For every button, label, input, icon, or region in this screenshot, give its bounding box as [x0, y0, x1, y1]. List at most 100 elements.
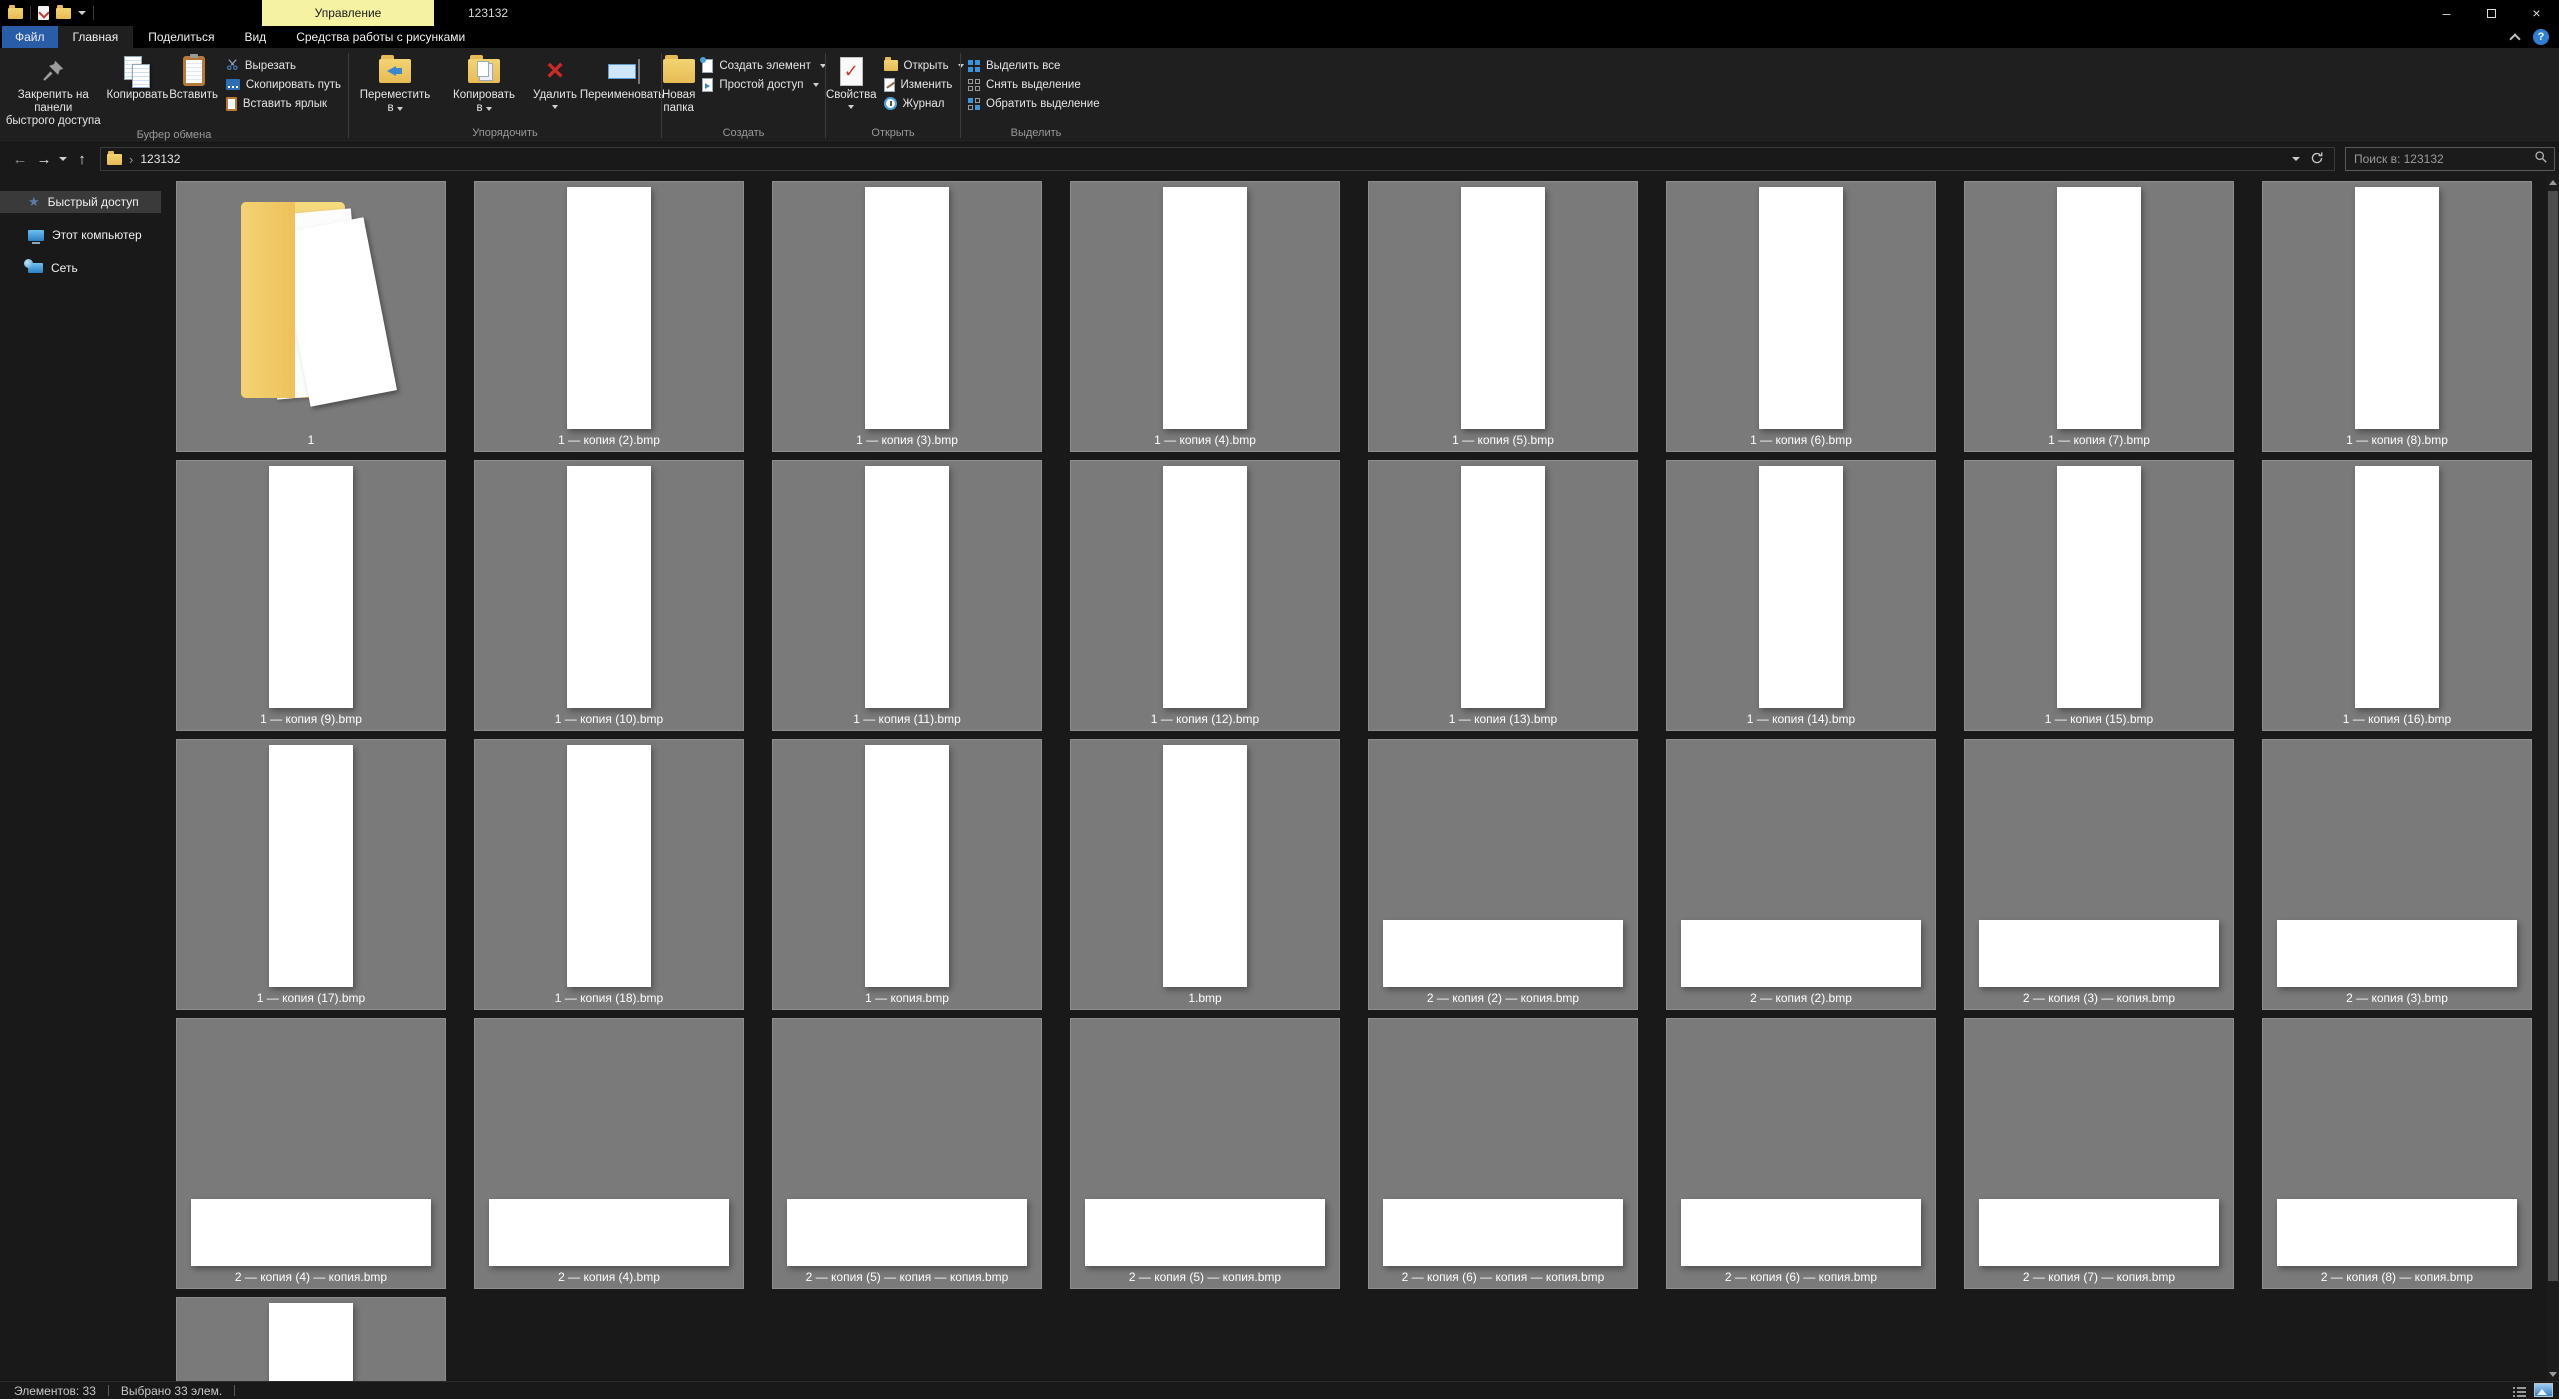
open-button[interactable]: Открыть [877, 56, 971, 75]
file-tile[interactable]: 1 — копия (16).bmp [2262, 460, 2532, 731]
forward-button[interactable]: → [32, 147, 56, 171]
file-tile[interactable]: 1 — копия (6).bmp [1666, 181, 1936, 452]
address-input[interactable]: › 123132 [100, 147, 2335, 171]
invert-selection-button[interactable]: Обратить выделение [961, 94, 1107, 113]
search-box[interactable] [2345, 147, 2555, 171]
refresh-icon[interactable] [2310, 151, 2324, 168]
file-tile-partial[interactable] [176, 1297, 446, 1381]
tab-share[interactable]: Поделиться [133, 26, 229, 48]
open-icon [884, 60, 898, 71]
minimize-button[interactable]: – [2424, 0, 2469, 26]
up-icon: ↑ [78, 151, 86, 168]
collapse-ribbon-icon[interactable] [2509, 33, 2520, 44]
image-thumbnail [269, 466, 353, 708]
tab-picture-tools[interactable]: Средства работы с рисунками [281, 26, 480, 48]
history-button[interactable]: Журнал [877, 94, 971, 113]
rename-button[interactable]: Переименовать [583, 51, 661, 102]
edit-button[interactable]: Изменить [877, 75, 971, 94]
image-thumbnail [191, 1199, 431, 1266]
pin-to-quick-access-button[interactable]: Закрепить на панели быстрого доступа [0, 51, 107, 128]
copy-path-button[interactable]: Скопировать путь [219, 75, 348, 94]
file-tile[interactable]: 1 — копия (15).bmp [1964, 460, 2234, 731]
properties-button[interactable]: ✓ Свойства [826, 51, 877, 109]
file-tile[interactable]: 1 — копия (14).bmp [1666, 460, 1936, 731]
help-icon[interactable]: ? [2533, 29, 2549, 45]
file-tile[interactable]: 1 — копия (17).bmp [176, 739, 446, 1010]
sidebar-item-quick-access[interactable]: ★ Быстрый доступ [0, 191, 161, 213]
sidebar-item-this-pc[interactable]: Этот компьютер [0, 224, 161, 246]
file-tile[interactable]: 1 — копия (4).bmp [1070, 181, 1340, 452]
move-to-button[interactable]: Переместить в [349, 51, 441, 115]
file-tile[interactable]: 1 — копия (13).bmp [1368, 460, 1638, 731]
file-tile[interactable]: 2 — копия (5) — копия — копия.bmp [772, 1018, 1042, 1289]
select-none-button[interactable]: Снять выделение [961, 75, 1107, 94]
tab-file[interactable]: Файл [2, 26, 58, 48]
up-button[interactable]: ↑ [70, 147, 94, 171]
large-icons-view-button[interactable] [2534, 1383, 2553, 1397]
restore-button[interactable] [2469, 0, 2514, 26]
scrollbar-thumb[interactable] [2548, 191, 2558, 1281]
file-tile[interactable]: 2 — копия (5) — копия.bmp [1070, 1018, 1340, 1289]
copy-button[interactable]: Копировать [107, 51, 169, 102]
delete-icon: × [546, 56, 564, 86]
file-tile[interactable]: 1 — копия (12).bmp [1070, 460, 1340, 731]
scroll-down-button[interactable] [2547, 1367, 2559, 1381]
file-tile[interactable]: 1 — копия (10).bmp [474, 460, 744, 731]
image-thumbnail [1461, 187, 1545, 429]
details-view-button[interactable] [2511, 1384, 2528, 1397]
recent-locations-button[interactable] [56, 147, 70, 171]
copy-to-button[interactable]: Копировать в [441, 51, 527, 115]
file-tile[interactable]: 1 — копия (3).bmp [772, 181, 1042, 452]
file-tile[interactable]: 2 — копия (4) — копия.bmp [176, 1018, 446, 1289]
tab-home[interactable]: Главная [58, 26, 134, 48]
file-name: 1 — копия (17).bmp [181, 991, 441, 1006]
file-tile[interactable]: 2 — копия (4).bmp [474, 1018, 744, 1289]
tab-view[interactable]: Вид [229, 26, 281, 48]
easy-access-icon [702, 78, 713, 92]
sidebar-item-label: Сеть [51, 261, 78, 275]
scroll-up-button[interactable] [2547, 175, 2559, 189]
file-tile-folder[interactable]: 1 [176, 181, 446, 452]
new-item-button[interactable]: Создать элемент [695, 56, 833, 75]
file-name: 2 — копия (4).bmp [479, 1270, 739, 1285]
paste-shortcut-button[interactable]: Вставить ярлык [219, 94, 348, 113]
image-thumbnail [865, 745, 949, 987]
file-tile[interactable]: 2 — копия (2) — копия.bmp [1368, 739, 1638, 1010]
file-tile[interactable]: 2 — копия (6) — копия.bmp [1666, 1018, 1936, 1289]
file-tile[interactable]: 1 — копия (11).bmp [772, 460, 1042, 731]
select-all-button[interactable]: Выделить все [961, 56, 1107, 75]
file-tile[interactable]: 1 — копия (18).bmp [474, 739, 744, 1010]
file-tile[interactable]: 2 — копия (6) — копия — копия.bmp [1368, 1018, 1638, 1289]
file-tile[interactable]: 2 — копия (7) — копия.bmp [1964, 1018, 2234, 1289]
file-tile[interactable]: 1 — копия (2).bmp [474, 181, 744, 452]
new-folder-button[interactable]: Новая папка [662, 51, 695, 115]
breadcrumb-chevron-icon: › [129, 152, 133, 167]
breadcrumb-segment[interactable]: 123132 [140, 152, 180, 166]
explorer-window: Управление 123132 – × Файл Главная Подел… [0, 0, 2559, 1399]
file-tile[interactable]: 2 — копия (3) — копия.bmp [1964, 739, 2234, 1010]
close-button[interactable]: × [2514, 0, 2559, 26]
search-input[interactable] [2352, 151, 2534, 167]
sidebar-item-network[interactable]: Сеть [0, 257, 161, 279]
file-tile[interactable]: 1.bmp [1070, 739, 1340, 1010]
paste-button[interactable]: Вставить [168, 51, 218, 102]
file-tile[interactable]: 2 — копия (8) — копия.bmp [2262, 1018, 2532, 1289]
file-tile[interactable]: 2 — копия (2).bmp [1666, 739, 1936, 1010]
file-tile[interactable]: 2 — копия (3).bmp [2262, 739, 2532, 1010]
qat-properties-icon[interactable] [38, 6, 49, 20]
file-tile[interactable]: 1 — копия.bmp [772, 739, 1042, 1010]
back-button[interactable]: ← [8, 147, 32, 171]
qat-new-folder-icon[interactable] [56, 8, 71, 19]
file-name: 2 — копия (2).bmp [1671, 991, 1931, 1006]
file-tile[interactable]: 1 — копия (7).bmp [1964, 181, 2234, 452]
vertical-scrollbar[interactable] [2547, 175, 2559, 1381]
file-tile[interactable]: 1 — копия (5).bmp [1368, 181, 1638, 452]
address-history-chevron-icon[interactable] [2292, 157, 2300, 161]
file-tile[interactable]: 1 — копия (9).bmp [176, 460, 446, 731]
file-tile[interactable]: 1 — копия (8).bmp [2262, 181, 2532, 452]
cut-button[interactable]: Вырезать [219, 56, 348, 75]
easy-access-button[interactable]: Простой доступ [695, 75, 833, 94]
qat-customize-chevron-icon[interactable] [78, 11, 86, 15]
sidebar-item-label: Быстрый доступ [48, 195, 139, 209]
delete-button[interactable]: × Удалить [527, 51, 583, 109]
